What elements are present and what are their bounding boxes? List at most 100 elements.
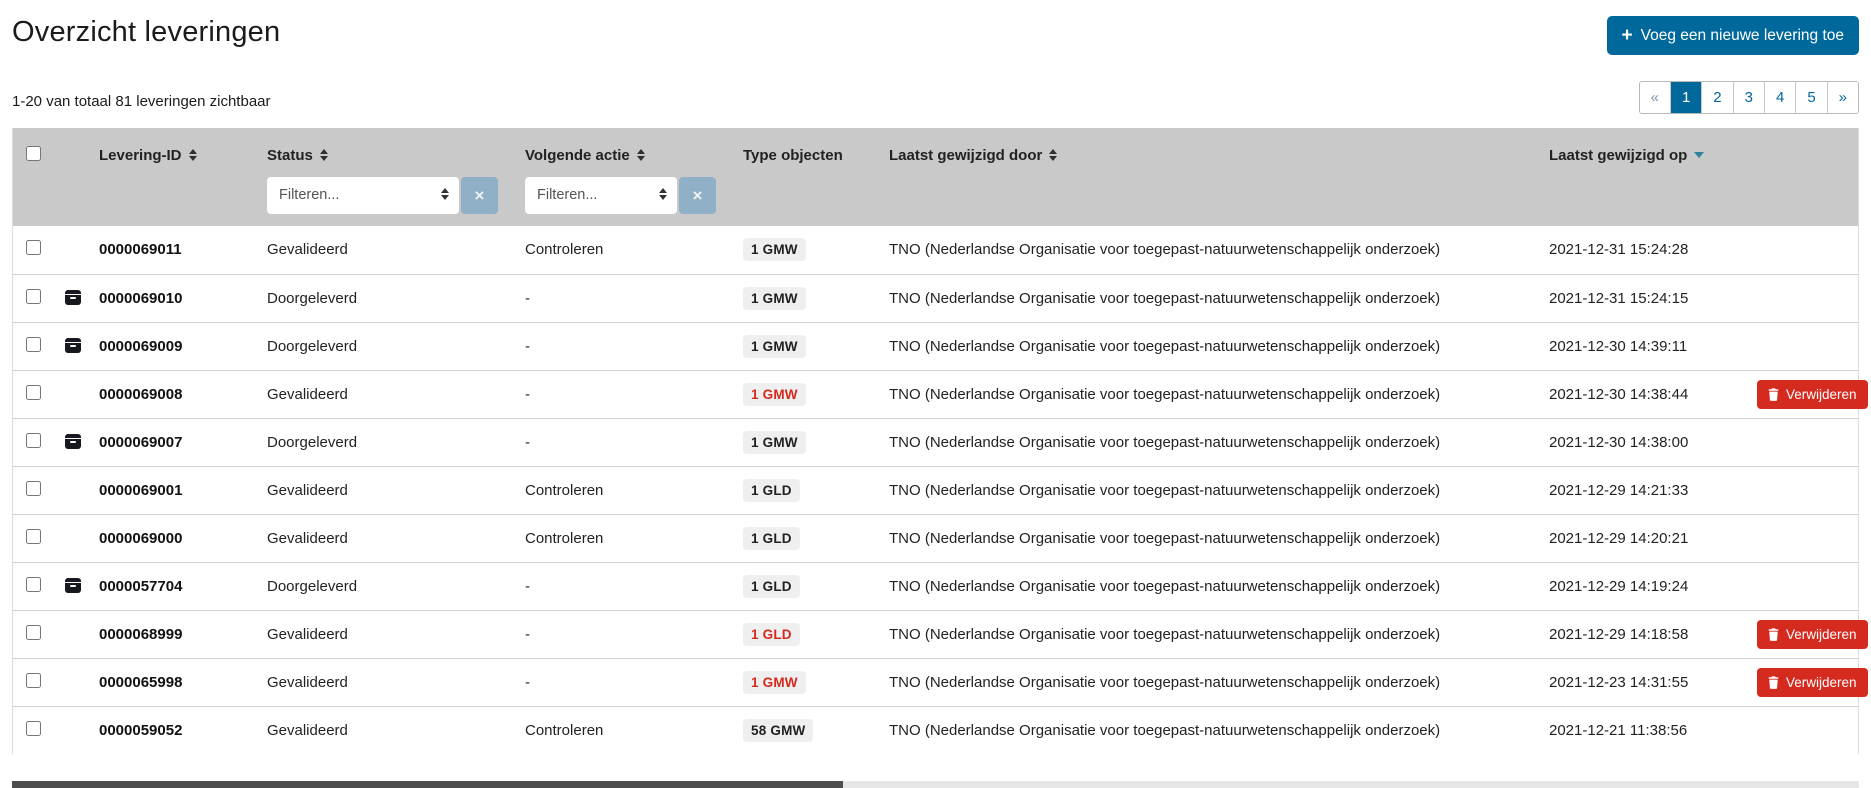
pagination: «12345» — [1639, 81, 1859, 114]
horizontal-scrollbar[interactable] — [12, 781, 1859, 788]
verwijderen-button-label: Verwijderen — [1786, 627, 1857, 642]
add-levering-button[interactable]: + Voeg een nieuwe levering toe — [1607, 16, 1860, 55]
volgende-actie-value: - — [525, 434, 530, 451]
laatst-gewijzigd-door-value: TNO (Nederlandse Organisatie voor toegep… — [889, 386, 1440, 403]
add-levering-button-label: Voeg een nieuwe levering toe — [1641, 27, 1844, 45]
laatst-gewijzigd-door-value: TNO (Nederlandse Organisatie voor toegep… — [889, 338, 1440, 355]
row-checkbox[interactable] — [26, 481, 41, 496]
sort-both-icon[interactable] — [320, 149, 328, 161]
status-value: Doorgeleverd — [267, 338, 357, 355]
status-value: Gevalideerd — [267, 530, 348, 547]
laatst-gewijzigd-op-value: 2021-12-30 14:38:44 — [1549, 386, 1688, 403]
levering-id-value: 0000069008 — [99, 386, 182, 403]
volgende-actie-filter-group: Filteren... × — [525, 177, 716, 214]
verwijderen-button[interactable]: Verwijderen — [1757, 380, 1868, 409]
type-objecten-badge: 1 GMW — [743, 238, 806, 261]
pagination-page-4[interactable]: 4 — [1764, 82, 1795, 113]
select-arrows-icon — [659, 188, 667, 200]
table-body: 0000069011 Gevalideerd Controleren 1 GMW… — [13, 226, 1858, 754]
horizontal-scrollbar-thumb[interactable] — [12, 781, 843, 788]
archive-box-icon — [65, 578, 81, 593]
volgende-actie-value: - — [525, 386, 530, 403]
laatst-gewijzigd-op-value: 2021-12-29 14:18:58 — [1549, 626, 1688, 643]
table-row: 0000069007 Doorgeleverd - 1 GMW TNO (Ned… — [13, 418, 1858, 466]
volgende-actie-filter-select[interactable]: Filteren... — [525, 177, 677, 214]
status-value: Gevalideerd — [267, 722, 348, 739]
row-checkbox[interactable] — [26, 289, 41, 304]
archive-box-icon — [65, 434, 81, 449]
laatst-gewijzigd-door-value: TNO (Nederlandse Organisatie voor toegep… — [889, 626, 1440, 643]
select-all-checkbox[interactable] — [26, 146, 41, 161]
row-checkbox[interactable] — [26, 529, 41, 544]
sort-both-icon[interactable] — [189, 149, 197, 161]
volgende-actie-value: Controleren — [525, 482, 603, 499]
volgende-actie-value: Controleren — [525, 722, 603, 739]
sort-both-icon[interactable] — [637, 149, 645, 161]
column-header-status[interactable]: Status — [259, 128, 517, 174]
archive-column-header — [57, 128, 91, 174]
status-value: Gevalideerd — [267, 386, 348, 403]
type-objecten-badge: 1 GMW — [743, 431, 806, 454]
row-checkbox[interactable] — [26, 385, 41, 400]
column-header-levering-id[interactable]: Levering-ID — [91, 128, 259, 174]
row-checkbox[interactable] — [26, 337, 41, 352]
laatst-gewijzigd-op-value: 2021-12-21 11:38:56 — [1549, 722, 1687, 739]
column-header-laatst-gewijzigd-door[interactable]: Laatst gewijzigd door — [881, 128, 1541, 174]
row-checkbox[interactable] — [26, 240, 41, 255]
type-objecten-badge: 1 GLD — [743, 623, 800, 646]
sort-both-icon[interactable] — [1049, 149, 1057, 161]
verwijderen-button[interactable]: Verwijderen — [1757, 620, 1868, 649]
row-checkbox[interactable] — [26, 673, 41, 688]
volgende-actie-value: Controleren — [525, 530, 603, 547]
laatst-gewijzigd-op-value: 2021-12-29 14:21:33 — [1549, 482, 1688, 499]
table-row: 0000069001 Gevalideerd Controleren 1 GLD… — [13, 466, 1858, 514]
pagination-page-1[interactable]: 1 — [1670, 82, 1701, 113]
pagination-page-2[interactable]: 2 — [1701, 82, 1732, 113]
trash-icon — [1768, 628, 1779, 641]
levering-id-value: 0000057704 — [99, 578, 182, 595]
table-row: 0000069010 Doorgeleverd - 1 GMW TNO (Ned… — [13, 274, 1858, 322]
pagination-prev[interactable]: « — [1640, 82, 1670, 113]
volgende-actie-value: Controleren — [525, 241, 603, 258]
sort-desc-icon[interactable] — [1694, 152, 1704, 158]
status-value: Gevalideerd — [267, 626, 348, 643]
row-checkbox[interactable] — [26, 577, 41, 592]
archive-box-icon — [65, 338, 81, 353]
status-filter-select[interactable]: Filteren... — [267, 177, 459, 214]
type-objecten-badge: 1 GMW — [743, 335, 806, 358]
pagination-page-5[interactable]: 5 — [1795, 82, 1826, 113]
verwijderen-button[interactable]: Verwijderen — [1757, 668, 1868, 697]
status-filter-clear-button[interactable]: × — [461, 177, 498, 214]
trash-icon — [1768, 388, 1779, 401]
column-header-laatst-gewijzigd-op[interactable]: Laatst gewijzigd op — [1541, 128, 1749, 174]
volgende-actie-filter-clear-button[interactable]: × — [679, 177, 716, 214]
volgende-actie-value: - — [525, 674, 530, 691]
levering-id-value: 0000059052 — [99, 722, 182, 739]
column-header-volgende-actie[interactable]: Volgende actie — [517, 128, 735, 174]
table-row: 0000069011 Gevalideerd Controleren 1 GMW… — [13, 226, 1858, 274]
status-value: Doorgeleverd — [267, 290, 357, 307]
leveringen-table: Levering-ID Status Volgende actie Type o… — [13, 128, 1858, 754]
status-value: Gevalideerd — [267, 241, 348, 258]
table-row: 0000057704 Doorgeleverd - 1 GLD TNO (Ned… — [13, 562, 1858, 610]
status-filter-group: Filteren... × — [267, 177, 498, 214]
levering-id-value: 0000069011 — [99, 241, 182, 258]
status-value: Gevalideerd — [267, 482, 348, 499]
trash-icon — [1768, 676, 1779, 689]
pagination-next[interactable]: » — [1827, 82, 1858, 113]
row-checkbox[interactable] — [26, 721, 41, 736]
type-objecten-badge: 1 GMW — [743, 383, 806, 406]
row-checkbox[interactable] — [26, 433, 41, 448]
levering-id-value: 0000069007 — [99, 434, 182, 451]
table-header: Levering-ID Status Volgende actie Type o… — [13, 128, 1858, 226]
volgende-actie-value: - — [525, 626, 530, 643]
pagination-page-3[interactable]: 3 — [1733, 82, 1764, 113]
laatst-gewijzigd-door-value: TNO (Nederlandse Organisatie voor toegep… — [889, 434, 1440, 451]
close-icon: × — [475, 187, 485, 204]
laatst-gewijzigd-door-value: TNO (Nederlandse Organisatie voor toegep… — [889, 241, 1440, 258]
verwijderen-button-label: Verwijderen — [1786, 675, 1857, 690]
volgende-actie-value: - — [525, 290, 530, 307]
row-checkbox[interactable] — [26, 625, 41, 640]
table-row: 0000069008 Gevalideerd - 1 GMW TNO (Nede… — [13, 370, 1858, 418]
plus-icon: + — [1622, 26, 1633, 45]
